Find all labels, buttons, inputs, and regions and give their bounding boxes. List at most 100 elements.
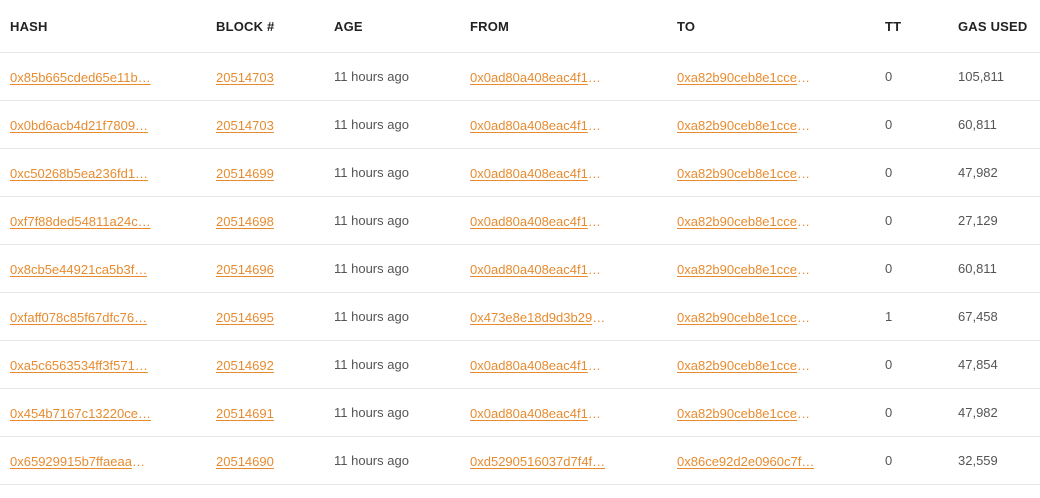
age-cell: 11 hours ago [334, 292, 470, 341]
column-header-block[interactable]: BLOCK # [216, 0, 334, 53]
to-address-link[interactable]: 0xa82b90ceb8e1cce2… [677, 406, 815, 421]
age-cell: 11 hours ago [334, 196, 470, 245]
table-row: 0x0bd6acb4d21f7809… 20514703 11 hours ag… [0, 100, 1040, 149]
to-cell: 0x86ce92d2e0960c7f… [677, 436, 885, 485]
block-cell: 20514690 [216, 436, 334, 485]
tx-hash-link[interactable]: 0x65929915b7ffaeaa0… [10, 454, 152, 469]
gas-used-cell: 47,982 [958, 148, 1040, 197]
tt-cell: 0 [885, 436, 958, 485]
from-cell: 0x0ad80a408eac4f17… [470, 100, 677, 149]
age-cell: 11 hours ago [334, 100, 470, 149]
hash-cell: 0xa5c6563534ff3f571… [0, 340, 216, 389]
tx-hash-link[interactable]: 0x0bd6acb4d21f7809… [10, 118, 148, 133]
tx-hash-link[interactable]: 0xc50268b5ea236fd1… [10, 166, 148, 181]
hash-cell: 0x0bd6acb4d21f7809… [0, 100, 216, 149]
column-header-age[interactable]: AGE [334, 0, 470, 53]
tx-hash-link[interactable]: 0x454b7167c13220ce… [10, 406, 151, 421]
table-row: 0xa5c6563534ff3f571… 20514692 11 hours a… [0, 340, 1040, 389]
to-address-link[interactable]: 0xa82b90ceb8e1cce2… [677, 70, 815, 85]
tx-hash-link[interactable]: 0xf7f88ded54811a24c… [10, 214, 151, 229]
to-address-link[interactable]: 0xa82b90ceb8e1cce2… [677, 310, 815, 325]
block-cell: 20514696 [216, 244, 334, 293]
from-address-link[interactable]: 0xd5290516037d7f4f… [470, 454, 605, 469]
gas-used-cell: 32,559 [958, 436, 1040, 485]
block-link[interactable]: 20514696 [216, 262, 274, 277]
block-link[interactable]: 20514695 [216, 310, 274, 325]
age-cell: 11 hours ago [334, 436, 470, 485]
block-cell: 20514703 [216, 52, 334, 101]
from-cell: 0x0ad80a408eac4f17… [470, 196, 677, 245]
tx-hash-link[interactable]: 0x85b665cded65e11b… [10, 70, 151, 85]
column-header-tt[interactable]: TT [885, 0, 958, 53]
age-cell: 11 hours ago [334, 388, 470, 437]
gas-used-cell: 60,811 [958, 244, 1040, 293]
from-cell: 0x0ad80a408eac4f17… [470, 244, 677, 293]
gas-used-cell: 47,982 [958, 388, 1040, 437]
from-cell: 0x473e8e18d9d3b29e… [470, 292, 677, 341]
to-address-link[interactable]: 0xa82b90ceb8e1cce2… [677, 262, 815, 277]
column-header-from[interactable]: FROM [470, 0, 677, 53]
hash-cell: 0x85b665cded65e11b… [0, 52, 216, 101]
from-address-link[interactable]: 0x473e8e18d9d3b29e… [470, 310, 608, 325]
to-cell: 0xa82b90ceb8e1cce2… [677, 340, 885, 389]
block-link[interactable]: 20514698 [216, 214, 274, 229]
block-link[interactable]: 20514699 [216, 166, 274, 181]
gas-used-cell: 60,811 [958, 100, 1040, 149]
tx-hash-link[interactable]: 0xfaff078c85f67dfc76… [10, 310, 147, 325]
block-cell: 20514698 [216, 196, 334, 245]
to-address-link[interactable]: 0xa82b90ceb8e1cce2… [677, 118, 815, 133]
to-cell: 0xa82b90ceb8e1cce2… [677, 388, 885, 437]
gas-used-cell: 105,811 [958, 52, 1040, 101]
age-cell: 11 hours ago [334, 340, 470, 389]
from-address-link[interactable]: 0x0ad80a408eac4f17… [470, 406, 608, 421]
block-cell: 20514695 [216, 292, 334, 341]
from-cell: 0x0ad80a408eac4f17… [470, 148, 677, 197]
from-cell: 0xd5290516037d7f4f… [470, 436, 677, 485]
to-address-link[interactable]: 0x86ce92d2e0960c7f… [677, 454, 814, 469]
tt-cell: 0 [885, 148, 958, 197]
tx-hash-link[interactable]: 0xa5c6563534ff3f571… [10, 358, 148, 373]
hash-cell: 0xf7f88ded54811a24c… [0, 196, 216, 245]
column-header-to[interactable]: TO [677, 0, 885, 53]
tt-cell: 0 [885, 100, 958, 149]
tt-cell: 0 [885, 244, 958, 293]
from-cell: 0x0ad80a408eac4f17… [470, 340, 677, 389]
block-link[interactable]: 20514690 [216, 454, 274, 469]
hash-cell: 0x65929915b7ffaeaa0… [0, 436, 216, 485]
column-header-gas-used[interactable]: GAS USED [958, 0, 1040, 53]
block-cell: 20514703 [216, 100, 334, 149]
to-address-link[interactable]: 0xa82b90ceb8e1cce2… [677, 214, 815, 229]
gas-used-cell: 47,854 [958, 340, 1040, 389]
age-cell: 11 hours ago [334, 244, 470, 293]
hash-cell: 0xc50268b5ea236fd1… [0, 148, 216, 197]
from-address-link[interactable]: 0x0ad80a408eac4f17… [470, 358, 608, 373]
from-address-link[interactable]: 0x0ad80a408eac4f17… [470, 166, 608, 181]
tx-hash-link[interactable]: 0x8cb5e44921ca5b3f… [10, 262, 147, 277]
from-address-link[interactable]: 0x0ad80a408eac4f17… [470, 70, 608, 85]
block-link[interactable]: 20514692 [216, 358, 274, 373]
from-address-link[interactable]: 0x0ad80a408eac4f17… [470, 262, 608, 277]
to-address-link[interactable]: 0xa82b90ceb8e1cce2… [677, 166, 815, 181]
table-row: 0xc50268b5ea236fd1… 20514699 11 hours ag… [0, 148, 1040, 197]
to-cell: 0xa82b90ceb8e1cce2… [677, 52, 885, 101]
hash-cell: 0x8cb5e44921ca5b3f… [0, 244, 216, 293]
header-row: HASH BLOCK # AGE FROM TO TT GAS USED [0, 0, 1040, 53]
to-cell: 0xa82b90ceb8e1cce2… [677, 292, 885, 341]
tt-cell: 0 [885, 52, 958, 101]
tt-cell: 0 [885, 340, 958, 389]
table-row: 0x65929915b7ffaeaa0… 20514690 11 hours a… [0, 436, 1040, 485]
table-row: 0x85b665cded65e11b… 20514703 11 hours ag… [0, 52, 1040, 101]
to-address-link[interactable]: 0xa82b90ceb8e1cce2… [677, 358, 815, 373]
age-cell: 11 hours ago [334, 148, 470, 197]
from-address-link[interactable]: 0x0ad80a408eac4f17… [470, 118, 608, 133]
gas-used-cell: 67,458 [958, 292, 1040, 341]
from-address-link[interactable]: 0x0ad80a408eac4f17… [470, 214, 608, 229]
block-link[interactable]: 20514691 [216, 406, 274, 421]
block-link[interactable]: 20514703 [216, 70, 274, 85]
block-cell: 20514691 [216, 388, 334, 437]
block-link[interactable]: 20514703 [216, 118, 274, 133]
column-header-hash[interactable]: HASH [0, 0, 216, 53]
tt-cell: 0 [885, 388, 958, 437]
tt-cell: 0 [885, 196, 958, 245]
to-cell: 0xa82b90ceb8e1cce2… [677, 100, 885, 149]
